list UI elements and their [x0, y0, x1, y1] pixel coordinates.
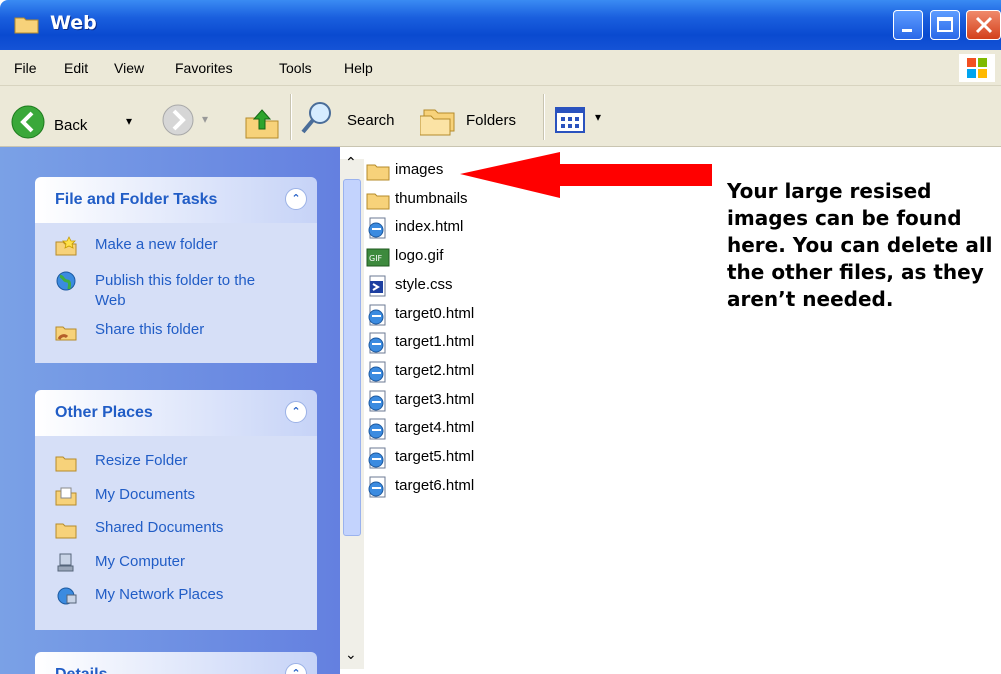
- folders-icon: [419, 109, 455, 136]
- scrollbar-thumb[interactable]: [343, 179, 361, 536]
- file-folder-tasks-panel: File and Folder Tasks ⌃ Make a new folde…: [35, 177, 317, 363]
- toolbar: Back ▾ ▾ Search Folders ▾: [0, 86, 1001, 147]
- html-file-icon: [368, 304, 386, 325]
- minimize-button[interactable]: [893, 10, 923, 40]
- views-dropdown-icon[interactable]: ▾: [595, 110, 601, 124]
- file-name: target5.html: [395, 448, 475, 465]
- other-places-title: Other Places: [55, 404, 153, 421]
- windows-logo-icon: [959, 54, 995, 82]
- file-name: target6.html: [395, 476, 475, 494]
- file-name: target1.html: [395, 333, 475, 351]
- back-button[interactable]: Back ▾: [8, 94, 158, 140]
- menu-tools[interactable]: Tools: [279, 60, 312, 76]
- new-folder-icon: [55, 236, 77, 256]
- menu-help[interactable]: Help: [344, 60, 373, 76]
- details-header[interactable]: Details ⌃: [35, 652, 317, 674]
- search-label: Search: [347, 112, 395, 129]
- folder-icon: [366, 164, 390, 181]
- search-icon: [301, 102, 331, 134]
- globe-icon: [56, 271, 76, 291]
- other-places-body: Resize Folder My Documents Shared Docume…: [35, 436, 317, 630]
- maximize-button[interactable]: [930, 10, 960, 40]
- file-name: target4.html: [395, 419, 475, 437]
- pointer-arrow: [460, 152, 712, 198]
- html-file-icon: [368, 332, 386, 354]
- menu-file[interactable]: File: [14, 60, 37, 76]
- folder-icon: [55, 523, 77, 539]
- search-button[interactable]: Search: [300, 100, 410, 140]
- folders-button[interactable]: Folders: [419, 102, 535, 140]
- back-arrow-icon: [11, 105, 45, 139]
- html-file-icon: [368, 418, 386, 440]
- file-name: target2.html: [395, 361, 475, 379]
- close-icon: [975, 16, 993, 34]
- forward-arrow-icon: [162, 104, 194, 136]
- file-name: index.html: [395, 218, 464, 236]
- task-pane: File and Folder Tasks ⌃ Make a new folde…: [0, 147, 340, 674]
- minimize-icon: [902, 29, 912, 32]
- back-label: Back: [54, 117, 88, 134]
- file-name: target0.html: [395, 304, 475, 322]
- views-icon: [555, 107, 585, 133]
- details-title: Details: [55, 666, 107, 674]
- other-places-panel: Other Places ⌃ Resize Folder My Document…: [35, 390, 317, 630]
- menu-view[interactable]: View: [114, 60, 144, 76]
- vertical-scrollbar[interactable]: ⌃ ⌄: [340, 155, 364, 669]
- folder-icon: [14, 17, 39, 34]
- other-places-header[interactable]: Other Places ⌃: [35, 390, 317, 436]
- html-file-icon: [368, 447, 386, 469]
- file-folder-tasks-body: Make a new folder Publish this folder to…: [35, 223, 317, 363]
- views-button[interactable]: ▾: [555, 106, 611, 136]
- gif-file-icon: GIF: [366, 248, 390, 267]
- css-file-icon: [369, 275, 386, 297]
- share-folder-icon: [55, 326, 77, 341]
- file-name: thumbnails: [395, 189, 468, 207]
- html-file-icon: [368, 476, 386, 498]
- documents-folder-icon: [55, 487, 77, 506]
- network-icon: [57, 587, 77, 605]
- file-folder-tasks-header[interactable]: File and Folder Tasks ⌃: [35, 177, 317, 223]
- collapse-icon[interactable]: ⌃: [285, 401, 307, 423]
- close-button[interactable]: [966, 10, 1001, 40]
- scroll-down-icon[interactable]: ⌄: [345, 647, 357, 663]
- folder-icon: [55, 456, 77, 472]
- forward-dropdown-icon[interactable]: ▾: [202, 112, 208, 126]
- details-panel: Details ⌃: [35, 652, 317, 674]
- folders-label: Folders: [466, 112, 517, 129]
- computer-icon: [57, 553, 74, 572]
- collapse-icon[interactable]: ⌃: [285, 663, 307, 674]
- file-name: logo.gif: [395, 247, 444, 265]
- file-name: images: [395, 161, 444, 178]
- forward-button[interactable]: ▾: [160, 102, 225, 138]
- maximize-icon: [937, 17, 953, 32]
- publish-folder-link[interactable]: Publish this folder to the Web: [55, 271, 305, 311]
- html-file-icon: [368, 361, 386, 383]
- up-folder-icon[interactable]: [244, 106, 280, 140]
- file-folder-tasks-title: File and Folder Tasks: [55, 191, 218, 208]
- menu-favorites[interactable]: Favorites: [175, 60, 233, 76]
- folder-icon: [366, 193, 390, 210]
- html-file-icon: [368, 390, 386, 412]
- annotation-text: Your large resised images can be found h…: [727, 179, 993, 311]
- svg-text:GIF: GIF: [369, 254, 383, 263]
- scroll-up-icon[interactable]: ⌃: [345, 155, 357, 171]
- collapse-icon[interactable]: ⌃: [285, 188, 307, 210]
- menu-edit[interactable]: Edit: [64, 60, 88, 76]
- title-bar: Web: [0, 0, 1001, 50]
- html-file-icon: [368, 217, 386, 239]
- file-name: target3.html: [395, 390, 475, 408]
- file-name: style.css: [395, 275, 453, 293]
- menu-bar: File Edit View Favorites Tools Help: [0, 50, 1001, 86]
- back-dropdown-icon[interactable]: ▾: [126, 114, 132, 128]
- window-title: Web: [50, 12, 97, 34]
